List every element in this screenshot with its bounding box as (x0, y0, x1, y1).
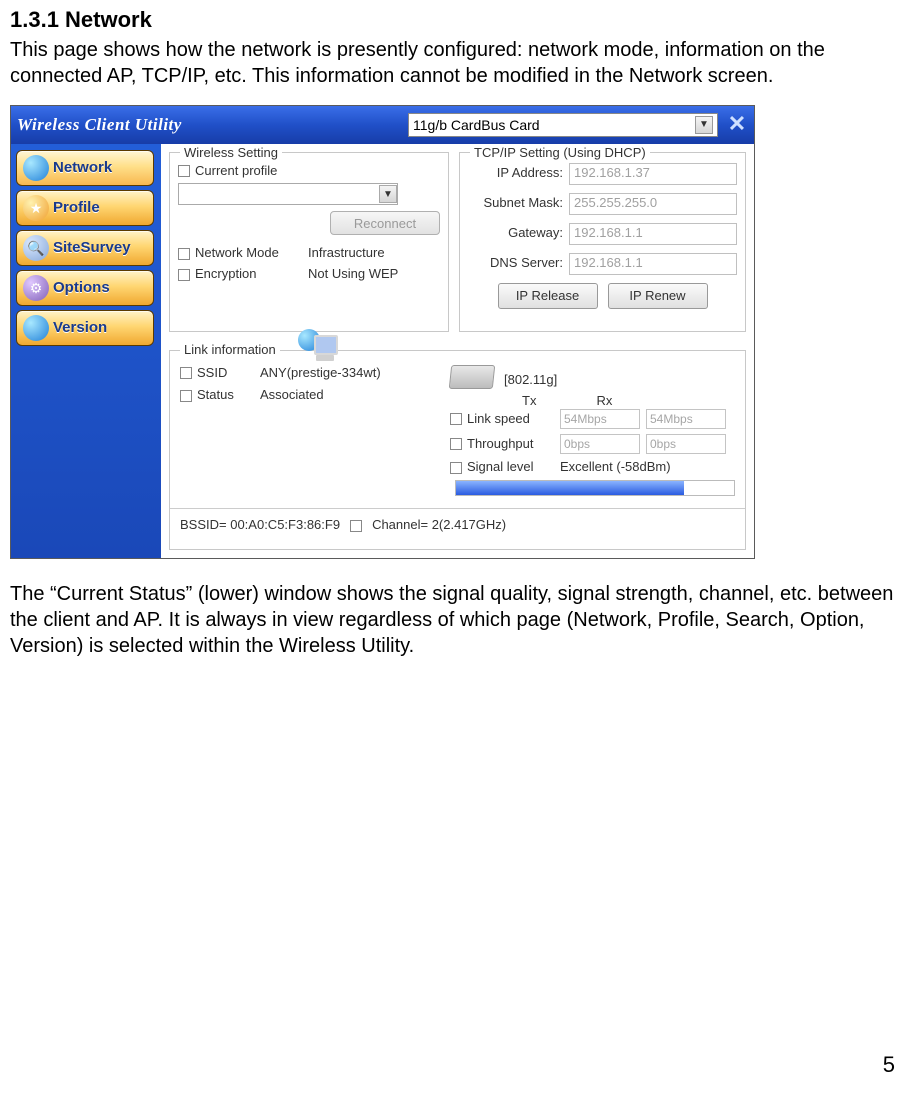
wireless-mode-tag: [802.11g] (504, 372, 557, 389)
ip-address-field: 192.168.1.37 (569, 163, 737, 185)
nav-label: Profile (53, 198, 100, 218)
card-icon (449, 365, 496, 389)
rx-header: Rx (596, 393, 612, 410)
checkbox-icon[interactable] (178, 269, 190, 281)
status-value: Associated (260, 387, 324, 404)
throughput-label: Throughput (467, 436, 534, 453)
divider (170, 508, 745, 509)
checkbox-icon[interactable] (450, 413, 462, 425)
checkbox-icon[interactable] (350, 520, 362, 532)
title-bar: Wireless Client Utility 11g/b CardBus Ca… (11, 106, 754, 144)
card-selector-value: 11g/b CardBus Card (413, 116, 540, 134)
throughput-rx: 0bps (646, 434, 726, 454)
tcpip-setting-group: TCP/IP Setting (Using DHCP) IP Address: … (459, 152, 746, 332)
nav-network[interactable]: Network (16, 150, 154, 186)
dns-server-field: 192.168.1.1 (569, 253, 737, 275)
close-icon[interactable]: ✕ (726, 115, 748, 135)
globe-icon (23, 155, 49, 181)
card-selector-dropdown[interactable]: 11g/b CardBus Card ▼ (408, 113, 718, 137)
closing-paragraph: The “Current Status” (lower) window show… (10, 581, 905, 659)
nav-options[interactable]: ⚙ Options (16, 270, 154, 306)
link-information-group: Link information SSID ANY(prestige-334wt… (169, 350, 746, 550)
current-profile-label: Current profile (195, 163, 277, 180)
checkbox-icon[interactable] (450, 462, 462, 474)
checkbox-icon[interactable] (178, 248, 190, 260)
gateway-field: 192.168.1.1 (569, 223, 737, 245)
group-legend: TCP/IP Setting (Using DHCP) (470, 145, 650, 162)
link-speed-label: Link speed (467, 411, 530, 428)
link-speed-tx: 54Mbps (560, 409, 640, 429)
nav-profile[interactable]: ★ Profile (16, 190, 154, 226)
section-heading: 1.3.1 Network (10, 6, 905, 35)
ssid-value: ANY(prestige-334wt) (260, 365, 381, 382)
dropdown-arrow-icon: ▼ (695, 116, 713, 134)
nav-label: SiteSurvey (53, 238, 131, 258)
nav-label: Network (53, 158, 112, 178)
wireless-setting-group: Wireless Setting Current profile ▼ Recon… (169, 152, 449, 332)
current-profile-row: Current profile (178, 163, 440, 180)
signal-level-label: Signal level (467, 459, 534, 476)
dns-server-label: DNS Server: (468, 255, 563, 272)
dropdown-arrow-icon: ▼ (379, 185, 397, 203)
status-label: Status (197, 387, 234, 404)
reconnect-button[interactable]: Reconnect (330, 211, 440, 235)
computer-globe-icon (298, 329, 338, 365)
signal-level-value: Excellent (-58dBm) (560, 459, 671, 476)
link-speed-rx: 54Mbps (646, 409, 726, 429)
star-icon: ★ (23, 195, 49, 221)
subnet-mask-label: Subnet Mask: (468, 195, 563, 212)
signal-bar (455, 480, 735, 496)
nav-sitesurvey[interactable]: 🔍 SiteSurvey (16, 230, 154, 266)
encryption-label: Encryption (195, 266, 256, 283)
search-icon: 🔍 (23, 235, 49, 261)
options-icon: ⚙ (23, 275, 49, 301)
signal-bar-fill (456, 481, 684, 495)
encryption-value: Not Using WEP (308, 266, 440, 283)
ip-release-button[interactable]: IP Release (498, 283, 598, 309)
ip-renew-button[interactable]: IP Renew (608, 283, 708, 309)
page-number: 5 (883, 1051, 895, 1080)
bssid-value: BSSID= 00:A0:C5:F3:86:F9 (180, 517, 340, 534)
wireless-utility-window: Wireless Client Utility 11g/b CardBus Ca… (10, 105, 755, 559)
nav-label: Options (53, 278, 110, 298)
profile-dropdown[interactable]: ▼ (178, 183, 398, 205)
network-mode-label: Network Mode (195, 245, 279, 262)
network-mode-value: Infrastructure (308, 245, 440, 262)
throughput-tx: 0bps (560, 434, 640, 454)
globe-icon (23, 315, 49, 341)
checkbox-icon[interactable] (178, 165, 190, 177)
tx-header: Tx (522, 393, 536, 410)
ip-address-label: IP Address: (468, 165, 563, 182)
ssid-label: SSID (197, 365, 227, 382)
sidebar-nav: Network ★ Profile 🔍 SiteSurvey ⚙ Options… (11, 144, 161, 558)
intro-paragraph: This page shows how the network is prese… (10, 37, 905, 89)
checkbox-icon[interactable] (450, 438, 462, 450)
app-title: Wireless Client Utility (17, 114, 182, 136)
group-legend: Link information (180, 342, 280, 359)
subnet-mask-field: 255.255.255.0 (569, 193, 737, 215)
gateway-label: Gateway: (468, 225, 563, 242)
channel-value: Channel= 2(2.417GHz) (372, 517, 506, 534)
checkbox-icon[interactable] (180, 367, 192, 379)
content-panel: Wireless Setting Current profile ▼ Recon… (161, 144, 754, 558)
checkbox-icon[interactable] (180, 390, 192, 402)
group-legend: Wireless Setting (180, 145, 282, 162)
nav-version[interactable]: Version (16, 310, 154, 346)
nav-label: Version (53, 318, 107, 338)
